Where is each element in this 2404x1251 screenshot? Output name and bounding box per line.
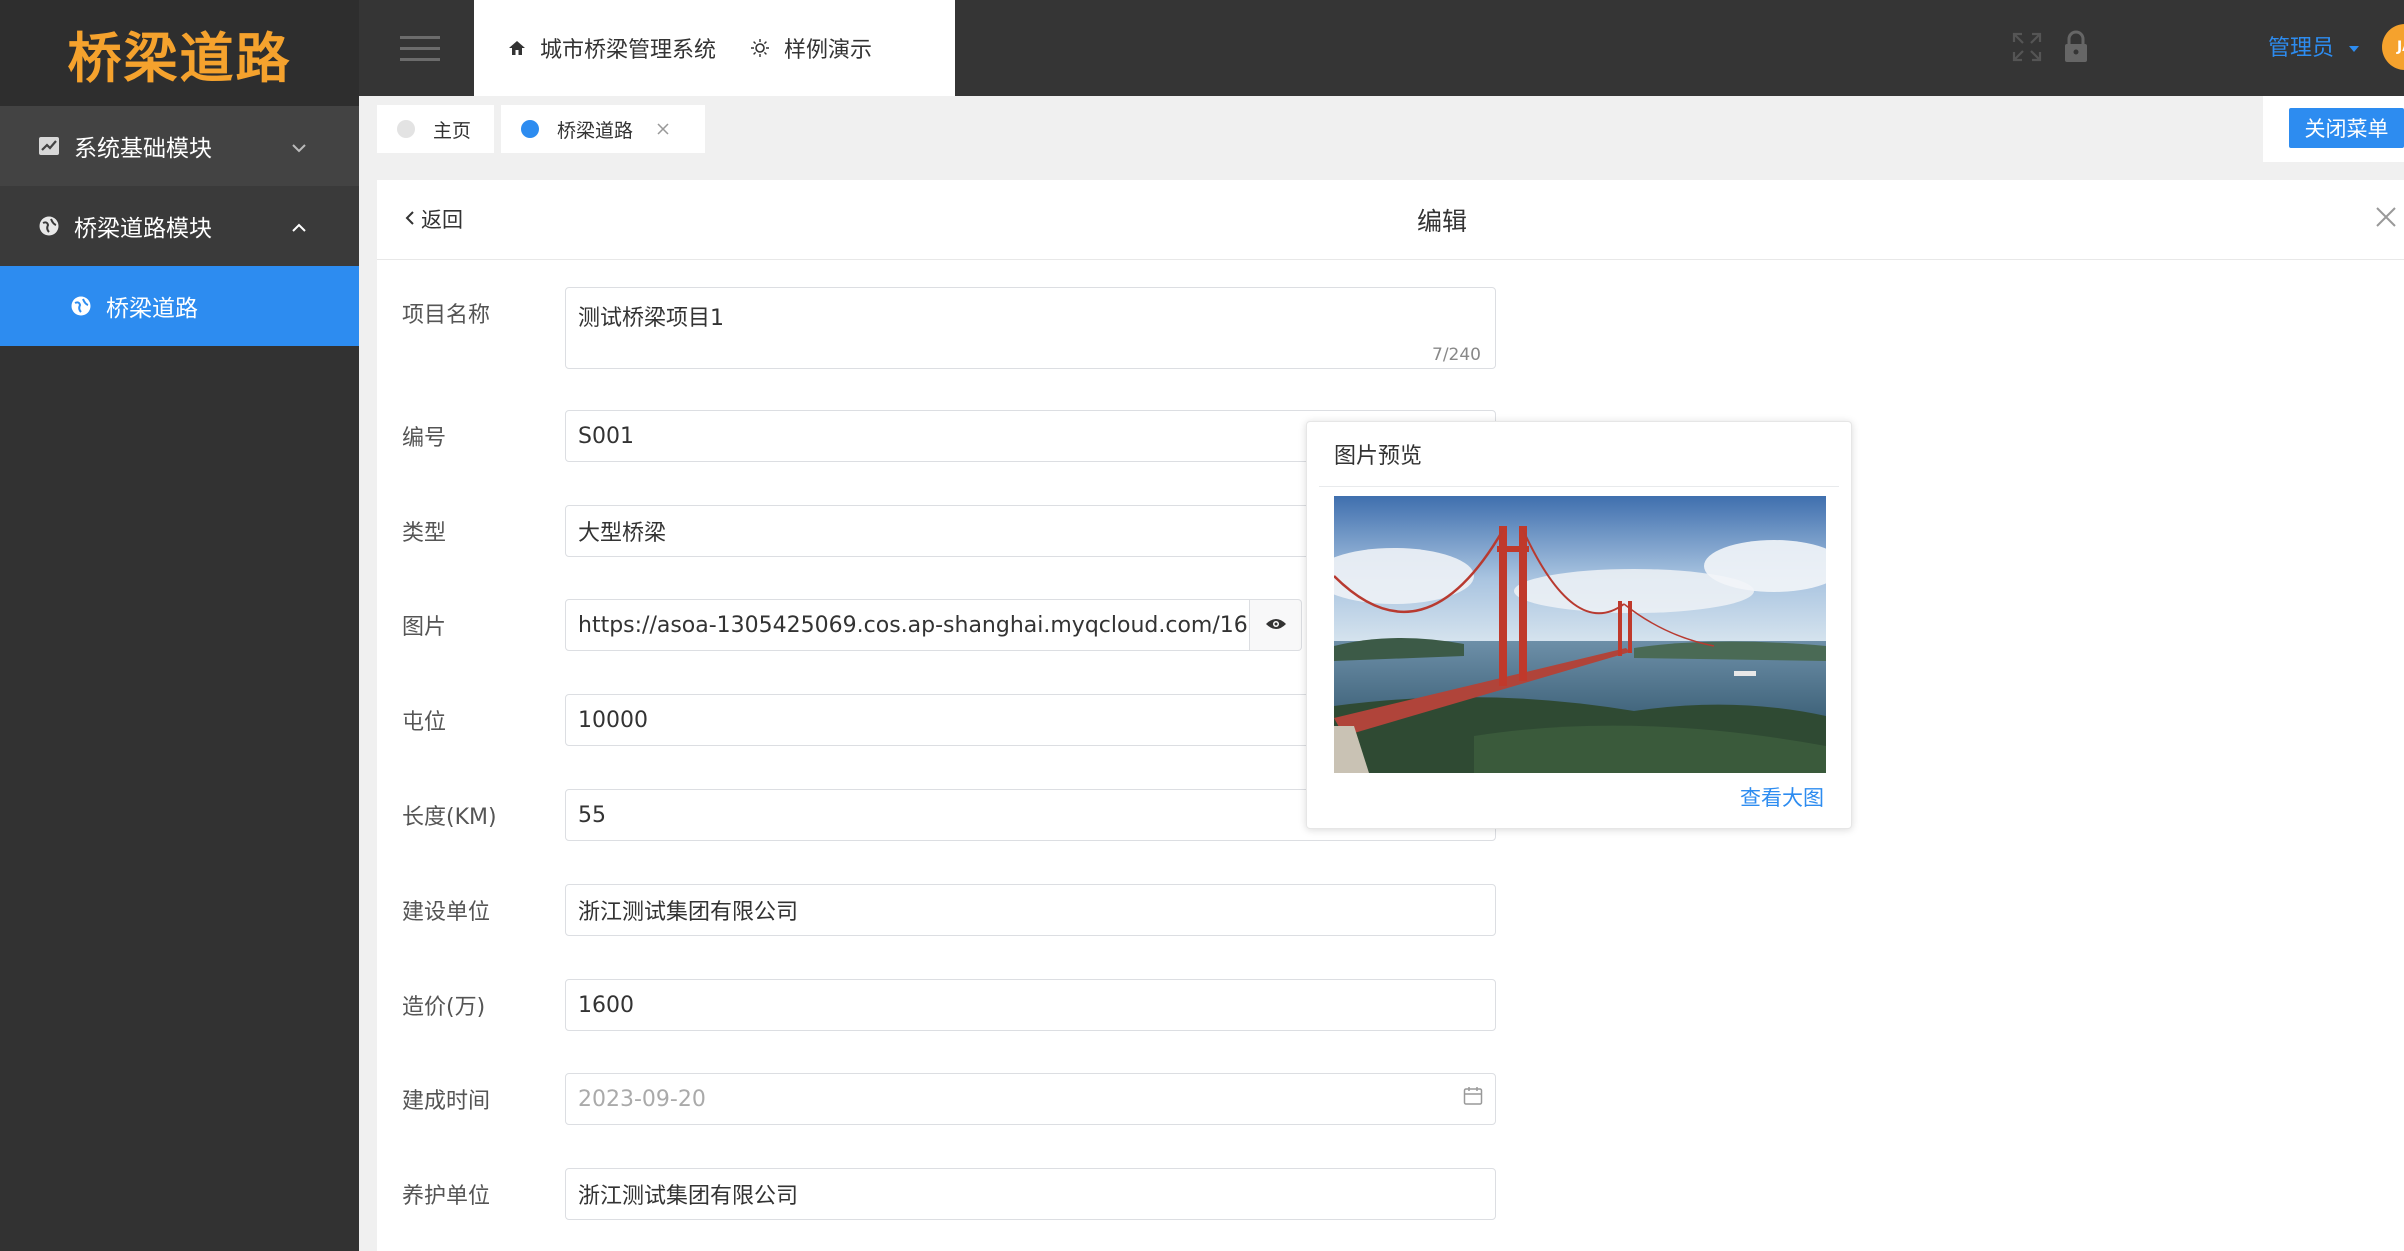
page-tabbar: 主页 桥梁道路 — [359, 96, 2404, 162]
completed-date-input[interactable]: 2023-09-20 — [565, 1073, 1496, 1125]
page-title: 编辑 — [1416, 207, 1467, 236]
tab-home-label: 主页 — [433, 119, 472, 142]
name-value: 测试桥梁项目1 — [578, 306, 724, 331]
top-header: 城市桥梁管理系统 样例演示 — [359, 0, 2404, 96]
field-image: 图片 https://asoa-1305425069.cos.ap-shangh… — [402, 599, 1302, 651]
field-label: 编号 — [402, 426, 447, 451]
field-name: 项目名称 测试桥梁项目1 7/240 — [402, 287, 1496, 369]
field-label: 建设单位 — [402, 900, 491, 925]
user-name: 管理员 — [2268, 36, 2335, 61]
tab-home[interactable]: 主页 — [377, 105, 494, 153]
eye-icon — [1265, 616, 1287, 635]
sidebar-item-bridge-module[interactable]: 桥梁道路模块 — [0, 186, 359, 266]
nav-demo-label: 样例演示 — [784, 38, 873, 63]
sidebar-item-system-base[interactable]: 系统基础模块 — [0, 106, 359, 186]
view-large-image-link[interactable]: 查看大图 — [1740, 782, 1824, 812]
nav-demo[interactable]: 样例演示 — [750, 32, 872, 64]
fullscreen-icon[interactable] — [2012, 32, 2042, 66]
globe-icon — [38, 215, 60, 237]
cost-input[interactable]: 1600 — [565, 979, 1496, 1031]
user-menu[interactable]: 管理员 — [2268, 30, 2360, 62]
chevron-down-icon — [291, 133, 307, 159]
field-label: 屯位 — [402, 710, 447, 735]
lock-icon[interactable] — [2063, 30, 2089, 68]
name-textarea[interactable]: 测试桥梁项目1 7/240 — [565, 287, 1496, 369]
app-logo: 桥梁道路 — [0, 0, 359, 106]
sidebar-item-label: 系统基础模块 — [74, 136, 212, 162]
field-builder: 建设单位 浙江测试集团有限公司 — [402, 884, 1496, 936]
top-nav: 城市桥梁管理系统 样例演示 — [474, 0, 955, 96]
tab-dot — [397, 120, 415, 138]
sidebar-item-label: 桥梁道路 — [106, 296, 198, 322]
field-label: 长度(KM) — [402, 805, 497, 830]
sidebar-item-label: 桥梁道路模块 — [74, 216, 212, 242]
nav-home[interactable]: 城市桥梁管理系统 — [508, 32, 716, 64]
field-label: 建成时间 — [402, 1089, 491, 1114]
image-preview-popover: 图片预览 查看大图 — [1306, 421, 1852, 829]
chevron-up-icon — [291, 213, 307, 239]
calendar-icon[interactable] — [1463, 1086, 1483, 1112]
field-label: 造价(万) — [402, 995, 486, 1020]
char-count: 7/240 — [1432, 345, 1481, 365]
panel-header: 返回 编辑 — [377, 180, 2404, 260]
tab-dot — [521, 120, 539, 138]
bridge-preview-image — [1334, 496, 1826, 773]
close-icon[interactable] — [657, 118, 669, 140]
field-completed: 建成时间 2023-09-20 — [402, 1073, 1496, 1125]
tab-bridge-road-label: 桥梁道路 — [557, 119, 634, 142]
chart-icon — [38, 135, 60, 157]
field-label: 图片 — [402, 615, 447, 640]
popover-title: 图片预览 — [1319, 422, 1839, 487]
field-label: 项目名称 — [402, 303, 491, 328]
sidebar-item-bridge-road[interactable]: 桥梁道路 — [0, 266, 359, 346]
nav-home-label: 城市桥梁管理系统 — [540, 38, 717, 63]
image-url-input[interactable]: https://asoa-1305425069.cos.ap-shanghai.… — [565, 599, 1250, 651]
builder-input[interactable]: 浙江测试集团有限公司 — [565, 884, 1496, 936]
close-icon[interactable] — [2375, 206, 2397, 232]
hamburger-icon[interactable] — [400, 36, 440, 62]
maintainer-input[interactable]: 浙江测试集团有限公司 — [565, 1168, 1496, 1220]
home-icon — [508, 39, 526, 57]
caret-down-icon — [2348, 34, 2360, 59]
sidebar: 桥梁道路 系统基础模块 桥梁道路模块 桥梁道路 — [0, 0, 359, 1251]
field-label: 养护单位 — [402, 1184, 491, 1209]
bulb-icon — [750, 38, 770, 58]
close-menu-button[interactable]: 关闭菜单 — [2289, 108, 2404, 148]
field-label: 类型 — [402, 521, 447, 546]
field-cost: 造价(万) 1600 — [402, 979, 1496, 1031]
globe-icon — [70, 295, 92, 317]
preview-button[interactable] — [1250, 599, 1302, 651]
field-maintainer: 养护单位 浙江测试集团有限公司 — [402, 1168, 1496, 1220]
date-value: 2023-09-20 — [578, 1086, 706, 1112]
tab-bridge-road[interactable]: 桥梁道路 — [501, 105, 705, 153]
